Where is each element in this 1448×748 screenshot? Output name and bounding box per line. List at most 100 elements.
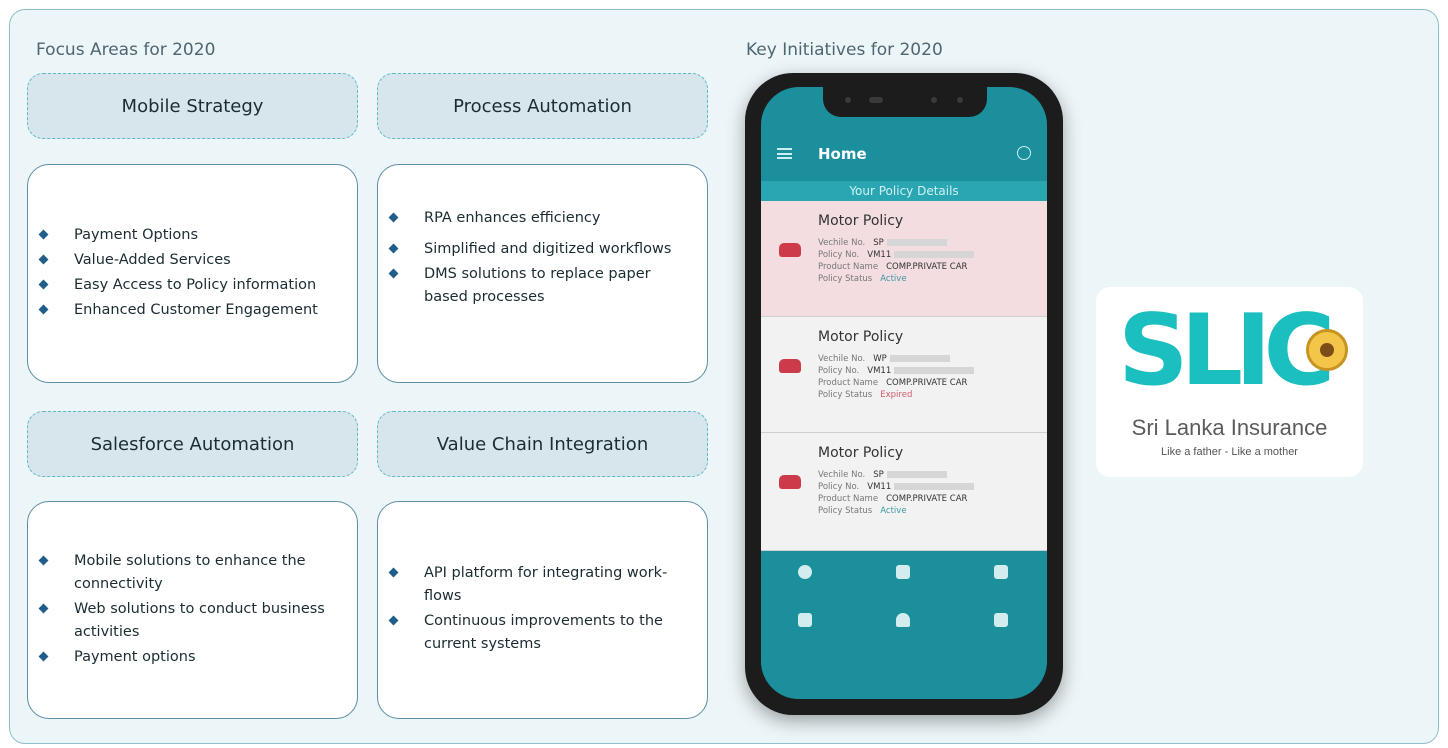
emblem-seal-icon [1306, 329, 1348, 371]
logo-tagline: Like a father - Like a mother [1161, 446, 1298, 458]
vehicle-value: SP [873, 238, 884, 248]
car-icon [779, 243, 801, 257]
nav-item[interactable] [775, 565, 835, 585]
policy-no-label: Policy No. [818, 250, 860, 260]
list-item: Payment options [38, 646, 337, 669]
list-item-text: Mobile solutions to enhance the connecti… [74, 552, 306, 592]
area-title-value-chain-integration: Value Chain Integration [377, 411, 708, 477]
status-label: Policy Status [818, 390, 873, 400]
status-value: Active [880, 506, 907, 516]
policy-card[interactable]: Motor Policy Vechile No. SP Policy No. VM1… [761, 433, 1047, 551]
status-value: Expired [880, 390, 913, 400]
diamond-bullet-icon [38, 603, 49, 613]
status-label: Policy Status [818, 506, 873, 516]
policy-no-value: VM11 [867, 482, 892, 492]
product-label: Product Name [818, 378, 879, 388]
card-salesforce-automation: Mobile solutions to enhance the connecti… [27, 501, 358, 719]
vehicle-label: Vechile No. [818, 470, 866, 480]
product-label: Product Name [818, 262, 879, 272]
product-label: Product Name [818, 494, 879, 504]
diamond-bullet-icon [38, 279, 49, 289]
nav-item[interactable] [971, 565, 1031, 585]
car-icon [779, 359, 801, 373]
list-item-text: API platform for integrating work-flows [424, 565, 668, 604]
phone-screen: Home Your Policy Details Motor Policy Ve… [761, 87, 1047, 699]
policy-card[interactable]: Motor Policy Vechile No. SP Policy No. VM1… [761, 201, 1047, 317]
policy-title: Motor Policy [818, 213, 904, 229]
phone-notch [823, 87, 987, 117]
policy-card[interactable]: Motor Policy Vechile No. WP Policy No. VM1… [761, 317, 1047, 433]
product-value: COMP.PRIVATE CAR [886, 378, 968, 388]
award-icon [896, 613, 910, 627]
car-icon [779, 475, 801, 489]
globe-icon [798, 565, 812, 579]
list-item-text: Payment options [74, 648, 196, 665]
list-item: DMS solutions to replace paper based pro… [388, 263, 707, 309]
app-bottom-nav [761, 551, 1047, 699]
list-item: Mobile solutions to enhance the connecti… [38, 550, 337, 596]
list-item: Web solutions to conduct business activi… [38, 598, 337, 644]
diamond-bullet-icon [38, 254, 49, 264]
status-value: Active [880, 274, 907, 284]
list-item: Simplified and digitized workflows [388, 238, 707, 261]
vehicle-value: SP [873, 470, 884, 480]
product-value: COMP.PRIVATE CAR [886, 494, 968, 504]
roadside-icon [994, 565, 1008, 579]
list-item-text: Value-Added Services [74, 251, 231, 268]
hamburger-menu-icon[interactable] [777, 148, 792, 159]
more-options-icon[interactable] [1017, 146, 1031, 160]
grid-icon [798, 613, 812, 627]
news-icon [994, 613, 1008, 627]
list-item: Enhanced Customer Engagement [38, 299, 357, 322]
list-item-text: Easy Access to Policy information [74, 276, 317, 293]
vehicle-label: Vechile No. [818, 238, 866, 248]
area-title-salesforce-automation: Salesforce Automation [27, 411, 358, 477]
diamond-bullet-icon [38, 651, 49, 661]
product-value: COMP.PRIVATE CAR [886, 262, 968, 272]
card-process-automation: RPA enhances efficiency Simplified and d… [377, 164, 708, 383]
app-bar: Home [761, 131, 1047, 179]
diamond-bullet-icon [388, 268, 399, 278]
key-initiatives-title: Key Initiatives for 2020 [746, 40, 943, 60]
vehicle-label: Vechile No. [818, 354, 866, 364]
card-value-chain-integration: API platform for integrating work-flows … [377, 501, 708, 719]
policy-title: Motor Policy [818, 329, 904, 345]
list-item: Payment Options [38, 224, 357, 247]
card-mobile-strategy: Payment Options Value-Added Services Eas… [27, 164, 358, 383]
policy-section-header: Your Policy Details [761, 181, 1047, 201]
nav-item[interactable] [775, 613, 835, 633]
list-item: Continuous improvements to the current s… [388, 610, 683, 656]
slic-logo-card: SLIC Sri Lanka Insurance Like a father -… [1096, 287, 1363, 477]
policy-no-label: Policy No. [818, 482, 860, 492]
phone-mockup: Home Your Policy Details Motor Policy Ve… [745, 73, 1063, 715]
diamond-bullet-icon [38, 229, 49, 239]
area-title-mobile-strategy: Mobile Strategy [27, 73, 358, 139]
status-label: Policy Status [818, 274, 873, 284]
list-item: API platform for integrating work-flows [388, 562, 683, 608]
policy-title: Motor Policy [818, 445, 904, 461]
logo-company-name: Sri Lanka Insurance [1131, 415, 1328, 440]
diamond-bullet-icon [388, 567, 399, 578]
diamond-bullet-icon [38, 555, 49, 565]
policy-no-value: VM11 [867, 250, 892, 260]
logo-wordmark: SLIC [1118, 294, 1335, 408]
nav-item[interactable] [873, 613, 933, 633]
list-item: Value-Added Services [38, 249, 357, 272]
car-icon [896, 565, 910, 579]
list-item: Easy Access to Policy information [38, 274, 357, 297]
policy-no-value: VM11 [867, 366, 892, 376]
nav-item[interactable] [971, 613, 1031, 633]
app-title: Home [818, 145, 867, 163]
nav-item[interactable] [873, 565, 933, 585]
list-item-text: RPA enhances efficiency [424, 209, 601, 226]
list-item-text: Continuous improvements to the current s… [424, 613, 663, 652]
area-title-process-automation: Process Automation [377, 73, 708, 139]
list-item-text: DMS solutions to replace paper based pro… [424, 265, 651, 305]
list-item: RPA enhances efficiency [388, 207, 707, 230]
list-item-text: Payment Options [74, 226, 199, 243]
list-item-text: Enhanced Customer Engagement [74, 301, 318, 318]
list-item-text: Web solutions to conduct business activi… [74, 600, 325, 640]
diamond-bullet-icon [388, 212, 399, 222]
diamond-bullet-icon [38, 304, 49, 314]
focus-areas-title: Focus Areas for 2020 [36, 40, 216, 60]
